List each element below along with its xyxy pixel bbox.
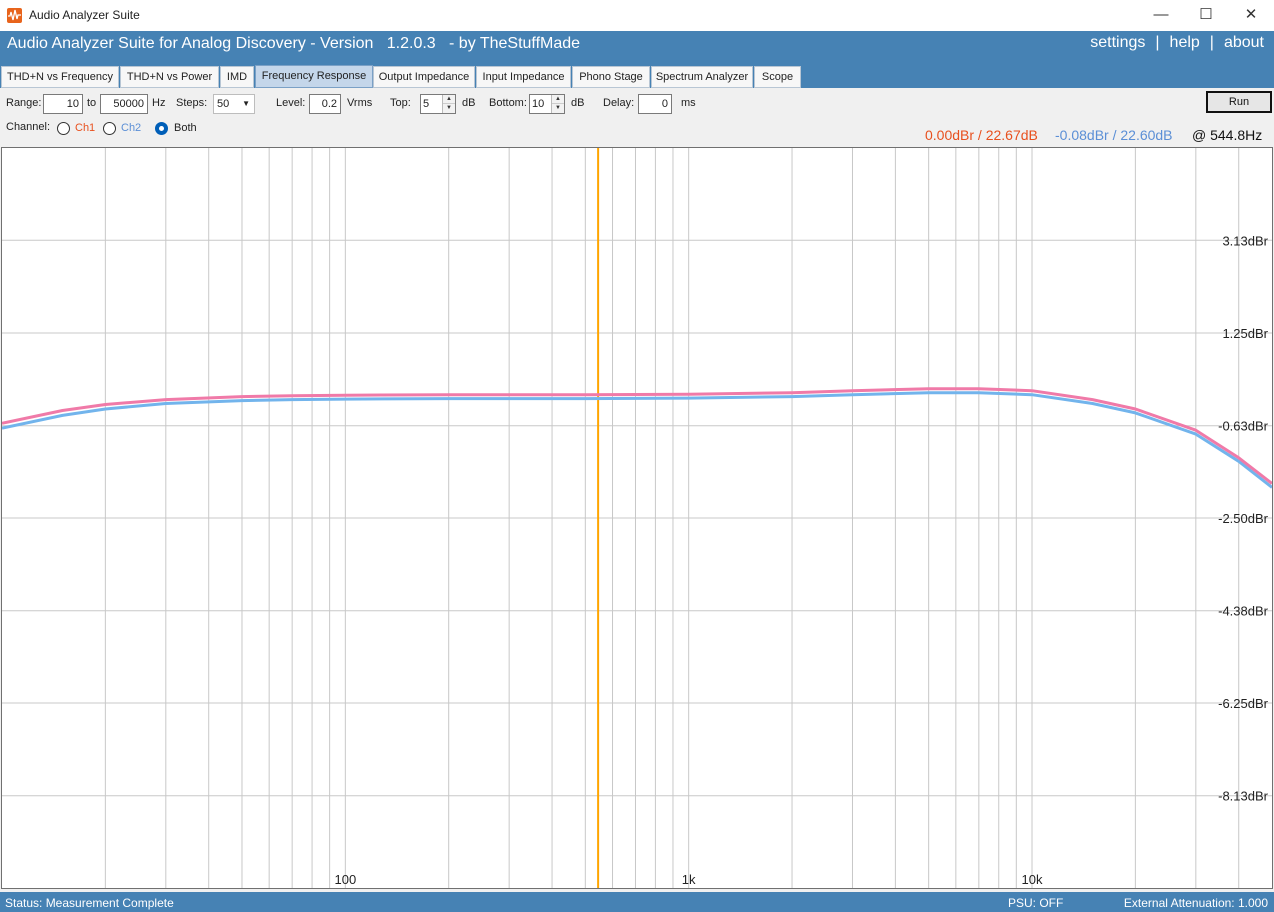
- spinner-buttons: ▲ ▼: [551, 95, 564, 113]
- ch2-readout: -0.08dBr / 22.60dB: [1055, 127, 1173, 143]
- ch1-radio[interactable]: [57, 122, 70, 135]
- x-tick-label: 1k: [682, 872, 696, 887]
- waveform-app-icon: [7, 8, 22, 23]
- tab-frequency-response[interactable]: Frequency Response: [255, 65, 373, 88]
- title-bar: Audio Analyzer Suite — ☐ ✕: [0, 0, 1274, 31]
- y-tick-label: -0.63dBr: [1218, 419, 1269, 434]
- tab-thd-n-vs-frequency[interactable]: THD+N vs Frequency: [1, 66, 119, 88]
- spin-up-icon[interactable]: ▲: [443, 95, 455, 104]
- frequency-response-graph[interactable]: 3.13dBr 1.25dBr -0.63dBr -2.50dBr -4.38dBr -6…: [1, 147, 1273, 889]
- series-layer: [2, 387, 1272, 489]
- bottom-label: Bottom:: [489, 97, 527, 109]
- spinner-buttons: ▲ ▼: [442, 95, 455, 113]
- channel-label: Channel:: [6, 121, 51, 133]
- both-radio[interactable]: [155, 122, 168, 135]
- horizontal-grid: [2, 239, 1272, 797]
- range-to-input[interactable]: 50000: [100, 94, 148, 114]
- tab-imd[interactable]: IMD: [220, 66, 254, 88]
- close-button[interactable]: ✕: [1228, 0, 1274, 31]
- range-from-input[interactable]: 10: [43, 94, 83, 114]
- psu-status: PSU: OFF: [1008, 896, 1064, 910]
- delay-label: Delay:: [603, 97, 635, 109]
- level-unit-label: Vrms: [347, 97, 373, 109]
- bottom-spinner[interactable]: 10 ▲ ▼: [529, 94, 565, 114]
- ch2-radio[interactable]: [103, 122, 116, 135]
- ch2-radio-label[interactable]: Ch2: [121, 122, 141, 134]
- window-title: Audio Analyzer Suite: [29, 8, 140, 22]
- status-text: Status: Measurement Complete: [5, 896, 174, 910]
- spin-down-icon[interactable]: ▼: [443, 104, 455, 113]
- tab-input-impedance[interactable]: Input Impedance: [476, 66, 571, 88]
- ch1-radio-label[interactable]: Ch1: [75, 122, 95, 134]
- top-unit-label: dB: [462, 97, 476, 109]
- both-radio-label[interactable]: Both: [174, 122, 197, 134]
- app-window: Audio Analyzer Suite — ☐ ✕ Audio Analyze…: [0, 0, 1274, 912]
- steps-value: 50: [217, 98, 230, 110]
- frequency-readout: @ 544.8Hz: [1192, 127, 1263, 143]
- tab-strip: THD+N vs Frequency THD+N vs Power IMD Fr…: [0, 65, 1274, 88]
- y-tick-label: -4.38dBr: [1218, 604, 1269, 619]
- y-tick-label: 3.13dBr: [1222, 233, 1268, 248]
- link-separator: |: [1155, 34, 1160, 51]
- tab-output-impedance[interactable]: Output Impedance: [373, 66, 475, 88]
- tab-scope[interactable]: Scope: [754, 66, 801, 88]
- tab-thd-n-vs-power[interactable]: THD+N vs Power: [120, 66, 219, 88]
- range-label: Range:: [6, 97, 42, 109]
- ch1-readout: 0.00dBr / 22.67dB: [925, 127, 1038, 143]
- delay-input[interactable]: 0: [638, 94, 672, 114]
- steps-label: Steps:: [176, 97, 208, 109]
- bottom-value: 10: [532, 98, 545, 110]
- delay-unit-label: ms: [681, 97, 696, 109]
- header-links: settings | help | about: [1090, 34, 1264, 52]
- chevron-down-icon: ▼: [242, 99, 250, 108]
- x-tick-label: 10k: [1022, 872, 1043, 887]
- help-link[interactable]: help: [1170, 34, 1200, 52]
- link-separator: |: [1209, 34, 1214, 51]
- chart-svg: 3.13dBr 1.25dBr -0.63dBr -2.50dBr -4.38dBr -6…: [2, 148, 1272, 888]
- app-heading: Audio Analyzer Suite for Analog Discover…: [7, 35, 581, 52]
- level-label: Level:: [276, 97, 306, 109]
- run-button[interactable]: Run: [1206, 91, 1272, 113]
- x-tick-label: 100: [334, 872, 356, 887]
- top-label: Top:: [390, 97, 411, 109]
- app-header: Audio Analyzer Suite for Analog Discover…: [0, 31, 1274, 65]
- top-value: 5: [423, 98, 430, 110]
- settings-link[interactable]: settings: [1090, 34, 1145, 52]
- x-axis-labels: 100 1k 10k: [334, 872, 1043, 887]
- y-axis-labels: 3.13dBr 1.25dBr -0.63dBr -2.50dBr -4.38dBr -6…: [1218, 233, 1269, 803]
- ch2-series-line: [2, 391, 1272, 489]
- level-input[interactable]: 0.2: [309, 94, 341, 114]
- to-label: to: [87, 97, 97, 109]
- status-bar: Status: Measurement Complete PSU: OFF Ex…: [0, 892, 1274, 912]
- hz-unit-label: Hz: [152, 97, 166, 109]
- spin-down-icon[interactable]: ▼: [552, 104, 564, 113]
- bottom-unit-label: dB: [571, 97, 585, 109]
- y-tick-label: 1.25dBr: [1222, 326, 1268, 341]
- external-attenuation: External Attenuation: 1.000: [1123, 896, 1268, 910]
- maximize-button[interactable]: ☐: [1183, 0, 1229, 31]
- steps-select[interactable]: 50 ▼: [213, 94, 255, 114]
- y-tick-label: -2.50dBr: [1218, 511, 1269, 526]
- minimize-button[interactable]: —: [1138, 0, 1184, 31]
- top-spinner[interactable]: 5 ▲ ▼: [420, 94, 456, 114]
- about-link[interactable]: about: [1224, 34, 1264, 52]
- tab-phono-stage[interactable]: Phono Stage: [572, 66, 650, 88]
- tab-spectrum-analyzer[interactable]: Spectrum Analyzer: [651, 66, 753, 88]
- y-tick-label: -6.25dBr: [1218, 696, 1269, 711]
- spin-up-icon[interactable]: ▲: [552, 95, 564, 104]
- y-tick-label: -8.13dBr: [1218, 789, 1269, 804]
